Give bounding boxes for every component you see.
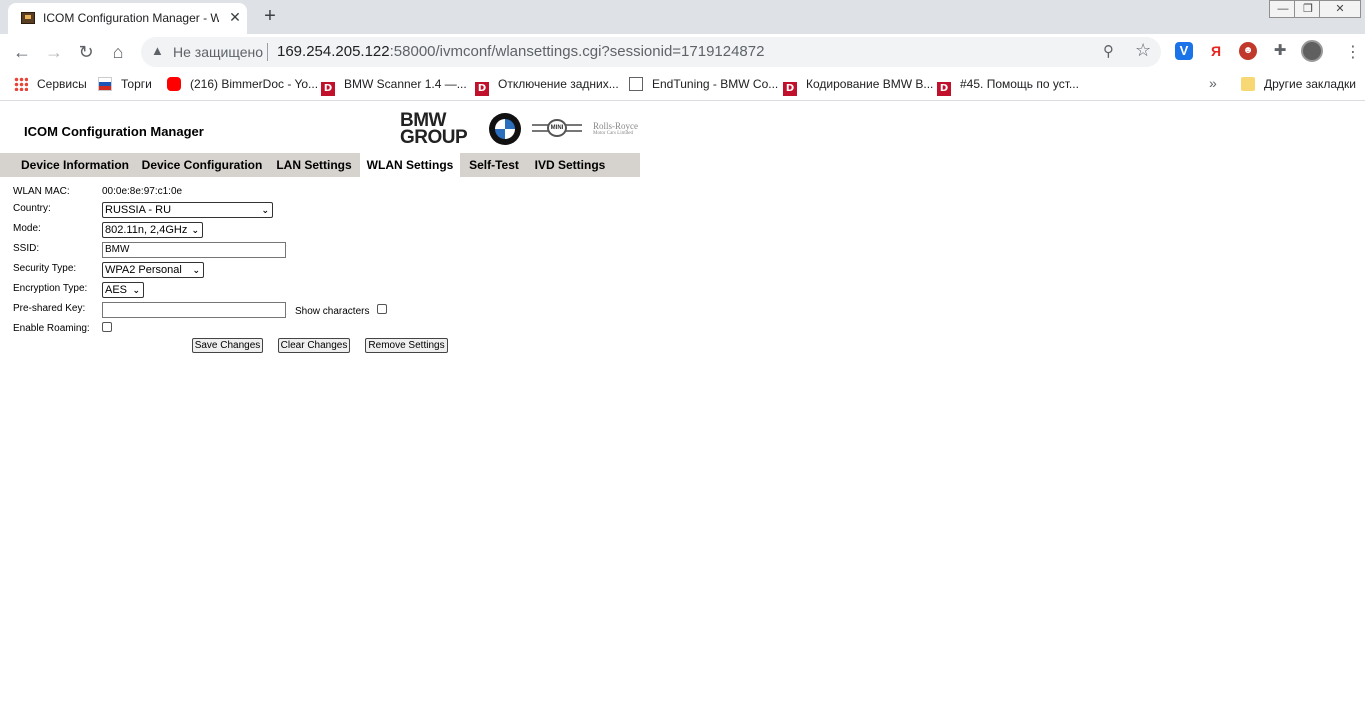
tab-wlan-settings[interactable]: WLAN Settings xyxy=(360,153,460,177)
ssid-label: SSID: xyxy=(13,243,40,254)
ssid-input[interactable]: BMW xyxy=(102,242,286,258)
show-characters-checkbox[interactable] xyxy=(377,304,387,314)
mini-logo: MINI xyxy=(530,119,584,137)
bookmarks-bar: Сервисы Торги (216) BimmerDoc - Yo... DB… xyxy=(0,70,1365,101)
extension-v-icon[interactable]: V xyxy=(1175,42,1193,60)
browser-toolbar: ← → ↻ ⌂ ▲ Не защищено 169.254.205.122:58… xyxy=(0,34,1365,70)
d-icon: D xyxy=(783,82,797,96)
tab-close-icon[interactable]: ✕ xyxy=(227,8,243,26)
preshared-key-label: Pre-shared Key: xyxy=(13,303,86,314)
tab-lan-settings[interactable]: LAN Settings xyxy=(268,153,360,177)
reload-icon[interactable]: ↻ xyxy=(72,38,100,66)
folder-icon xyxy=(1241,77,1255,91)
d-icon: D xyxy=(937,82,951,96)
mode-select[interactable]: 802.11n, 2,4GHz ⌄ xyxy=(102,222,203,238)
rolls-royce-logo: Rolls-Royce Motor Cars Limited xyxy=(593,121,638,137)
save-changes-button[interactable]: Save Changes xyxy=(192,338,263,353)
security-type-select[interactable]: WPA2 Personal ⌄ xyxy=(102,262,204,278)
bmw-group-logo: BMW GROUP xyxy=(400,110,468,148)
chevron-down-icon: ⌄ xyxy=(261,205,269,215)
wlan-mac-label: WLAN MAC: xyxy=(13,186,70,197)
forward-arrow-icon[interactable]: → xyxy=(40,38,68,66)
home-icon[interactable]: ⌂ xyxy=(104,38,132,66)
chevron-down-icon: ⌄ xyxy=(192,265,200,275)
chevron-down-icon: ⌄ xyxy=(191,225,199,235)
address-separator xyxy=(267,43,268,61)
back-arrow-icon[interactable]: ← xyxy=(8,38,36,66)
browser-titlebar: ICOM Configuration Manager - WLAN ✕ + — … xyxy=(0,0,1365,34)
browser-tab[interactable]: ICOM Configuration Manager - WLAN ✕ xyxy=(8,3,247,34)
d-icon: D xyxy=(475,82,489,96)
bookmark-bmw-scanner[interactable]: D BMW Scanner 1.4 —... xyxy=(321,77,467,96)
profile-avatar[interactable] xyxy=(1301,40,1323,62)
window-close-icon[interactable]: ✕ xyxy=(1319,0,1361,18)
window-restore-icon[interactable]: ❐ xyxy=(1294,0,1322,18)
warning-triangle-icon[interactable]: ▲ xyxy=(151,43,165,59)
tab-title: ICOM Configuration Manager - WLAN xyxy=(43,11,219,25)
url-text[interactable]: 169.254.205.122:58000/ivmconf/wlansettin… xyxy=(277,43,764,60)
new-tab-plus-icon[interactable]: + xyxy=(258,4,282,28)
security-type-label: Security Type: xyxy=(13,263,77,274)
bookmark-torgi[interactable]: Торги xyxy=(98,77,152,95)
extension-yandex-icon[interactable]: Я xyxy=(1207,42,1225,60)
bmw-roundel-logo xyxy=(489,113,521,145)
bookmark-services[interactable]: Сервисы xyxy=(14,77,87,95)
tab-device-information[interactable]: Device Information xyxy=(14,153,136,177)
flag-icon xyxy=(98,77,112,91)
chevron-down-icon: ⌄ xyxy=(132,285,140,295)
tab-ivd-settings[interactable]: IVD Settings xyxy=(528,153,612,177)
extension-face-icon[interactable]: ☻ xyxy=(1239,42,1257,60)
page-icon xyxy=(629,77,643,91)
bookmark-pomosh[interactable]: D #45. Помощь по уст... xyxy=(937,77,1079,96)
clear-changes-button[interactable]: Clear Changes xyxy=(278,338,350,353)
enable-roaming-checkbox[interactable] xyxy=(102,322,112,332)
bookmark-kodirovanie[interactable]: D Кодирование BMW B... xyxy=(783,77,933,96)
encryption-type-select[interactable]: AES ⌄ xyxy=(102,282,144,298)
show-characters-label: Show characters xyxy=(295,306,370,317)
browser-menu-icon[interactable]: ⋮ xyxy=(1345,42,1361,62)
wlan-mac-value: 00:0e:8e:97:c1:0e xyxy=(102,186,183,197)
encryption-type-label: Encryption Type: xyxy=(13,283,88,294)
page-title: ICOM Configuration Manager xyxy=(24,124,204,139)
country-label: Country: xyxy=(13,203,51,214)
config-nav-bar: Device Information Device Configuration … xyxy=(0,153,640,177)
url-host: 169.254.205.122 xyxy=(277,43,390,60)
address-bar[interactable]: ▲ Не защищено 169.254.205.122:58000/ivmc… xyxy=(141,37,1161,67)
tab-device-configuration[interactable]: Device Configuration xyxy=(136,153,268,177)
youtube-icon xyxy=(167,77,181,91)
preshared-key-input[interactable] xyxy=(102,302,286,318)
zoom-magnifier-icon[interactable]: ⚲ xyxy=(1103,42,1114,60)
more-bookmarks-chevron-icon[interactable]: » xyxy=(1209,75,1217,91)
enable-roaming-label: Enable Roaming: xyxy=(13,323,90,334)
bookmark-bimmerdoc[interactable]: (216) BimmerDoc - Yo... xyxy=(167,77,318,95)
extensions-puzzle-icon[interactable]: ✚ xyxy=(1271,42,1289,60)
remove-settings-button[interactable]: Remove Settings xyxy=(365,338,448,353)
not-secure-label[interactable]: Не защищено xyxy=(173,44,263,60)
bookmark-other-folder[interactable]: Другие закладки xyxy=(1241,77,1356,95)
window-minimize-icon[interactable]: — xyxy=(1269,0,1297,18)
tab-self-test[interactable]: Self-Test xyxy=(460,153,528,177)
d-icon: D xyxy=(321,82,335,96)
bookmark-otklyuchenie[interactable]: D Отключение задних... xyxy=(475,77,619,96)
country-select[interactable]: RUSSIA - RU ⌄ xyxy=(102,202,273,218)
url-path: :58000/ivmconf/wlansettings.cgi?sessioni… xyxy=(389,43,765,60)
bookmark-endtuning[interactable]: EndTuning - BMW Co... xyxy=(629,77,778,95)
mode-label: Mode: xyxy=(13,223,41,234)
apps-grid-icon xyxy=(14,77,28,91)
bookmark-star-icon[interactable]: ☆ xyxy=(1135,40,1151,61)
tab-favicon-icon xyxy=(21,12,35,24)
